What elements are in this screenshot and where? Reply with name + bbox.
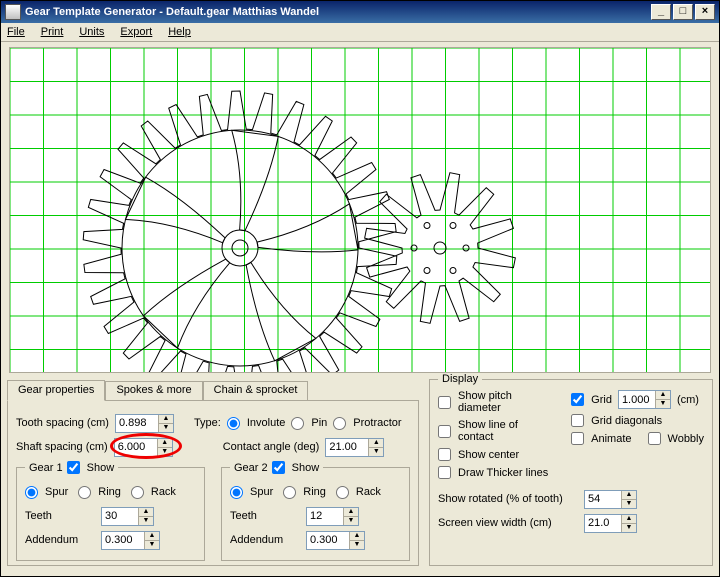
gear2-teeth-field[interactable]: ▲▼ [306, 507, 359, 526]
shaft-spacing-row: Shaft spacing (cm) ▲▼ Contact angle (deg… [16, 437, 410, 457]
gear1-teeth-input[interactable] [102, 508, 138, 525]
show-pitch-checkbox[interactable]: Show pitch diameter [438, 390, 555, 414]
wobbly-checkbox[interactable]: Wobbly [648, 432, 704, 445]
grid-checkbox[interactable]: Grid [571, 393, 612, 406]
tooth-spacing-field[interactable]: ▲▼ [115, 414, 174, 433]
spin-down-icon[interactable]: ▼ [159, 424, 173, 432]
app-icon [5, 4, 21, 20]
grid-size-field[interactable]: ▲▼ [618, 390, 671, 409]
contact-angle-field[interactable]: ▲▼ [325, 438, 384, 457]
gear2-legend: Gear 2 Show [230, 461, 323, 474]
menu-file[interactable]: File [7, 26, 25, 38]
gear-svg [10, 48, 711, 373]
grid-cm-label: (cm) [677, 394, 699, 406]
menu-units[interactable]: Units [79, 26, 104, 38]
shaft-spacing-label: Shaft spacing (cm) [16, 441, 108, 453]
tab-chain-sprocket[interactable]: Chain & sprocket [203, 381, 309, 402]
gear2-rack-radio[interactable]: Rack [336, 486, 381, 499]
gear1-ring-radio[interactable]: Ring [78, 486, 121, 499]
show-rotated-input[interactable] [585, 491, 621, 508]
spin-up-icon[interactable]: ▲ [159, 415, 173, 424]
spin-down-icon[interactable]: ▼ [622, 524, 636, 532]
spin-down-icon[interactable]: ▼ [350, 541, 364, 549]
grid-size-input[interactable] [619, 391, 655, 408]
titlebar: Gear Template Generator - Default.gear M… [1, 1, 719, 23]
gear2-spur-radio[interactable]: Spur [230, 486, 273, 499]
gear1-spur-radio[interactable]: Spur [25, 486, 68, 499]
type-protractor-radio[interactable]: Protractor [333, 417, 401, 430]
gear1-addendum-field[interactable]: ▲▼ [101, 531, 160, 550]
spin-down-icon[interactable]: ▼ [622, 500, 636, 508]
spin-up-icon[interactable]: ▲ [656, 391, 670, 400]
spin-up-icon[interactable]: ▲ [622, 515, 636, 524]
type-pin-radio[interactable]: Pin [291, 417, 327, 430]
spin-up-icon[interactable]: ▲ [139, 508, 153, 517]
display-group: Display Show pitch diameter Show line of… [429, 379, 713, 566]
spin-down-icon[interactable]: ▼ [145, 541, 159, 549]
gear2-ring-radio[interactable]: Ring [283, 486, 326, 499]
gear1-addendum-input[interactable] [102, 532, 144, 549]
spin-up-icon[interactable]: ▲ [145, 532, 159, 541]
spin-down-icon[interactable]: ▼ [158, 448, 172, 456]
maximize-button[interactable]: □ [673, 4, 693, 20]
spin-down-icon[interactable]: ▼ [656, 400, 670, 408]
menu-help[interactable]: Help [168, 26, 191, 38]
tooth-spacing-row: Tooth spacing (cm) ▲▼ Type: Involute Pin… [16, 413, 410, 433]
spin-up-icon[interactable]: ▲ [350, 532, 364, 541]
contact-angle-label: Contact angle (deg) [223, 441, 320, 453]
gear2-group: Gear 2 Show Spur Ring Rack Teeth [221, 467, 410, 561]
show-rotated-field[interactable]: ▲▼ [584, 490, 637, 509]
screen-width-field[interactable]: ▲▼ [584, 514, 637, 533]
shaft-spacing-field[interactable]: ▲▼ [114, 438, 173, 457]
show-contact-checkbox[interactable]: Show line of contact [438, 419, 555, 443]
gear-properties-panel: Tooth spacing (cm) ▲▼ Type: Involute Pin… [7, 400, 419, 566]
gear1-teeth-field[interactable]: ▲▼ [101, 507, 154, 526]
tab-spokes-more[interactable]: Spokes & more [105, 381, 202, 402]
type-involute-radio[interactable]: Involute [227, 417, 286, 430]
close-button[interactable]: × [695, 4, 715, 20]
menu-print[interactable]: Print [41, 26, 64, 38]
show-rotated-label: Show rotated (% of tooth) [438, 493, 578, 505]
gear-canvas[interactable] [9, 47, 711, 373]
tooth-spacing-input[interactable] [116, 415, 158, 432]
tooth-spacing-label: Tooth spacing (cm) [16, 417, 109, 429]
menubar: File Print Units Export Help [1, 23, 719, 42]
tab-gear-properties[interactable]: Gear properties [7, 380, 105, 401]
gear2-addendum-input[interactable] [307, 532, 349, 549]
minimize-button[interactable]: _ [651, 4, 671, 20]
display-legend: Display [438, 373, 482, 385]
gear1-group: Gear 1 Show Spur Ring Rack Teeth [16, 467, 205, 561]
canvas-container [7, 45, 713, 375]
app-window: Gear Template Generator - Default.gear M… [0, 0, 720, 577]
shaft-spacing-input[interactable] [115, 439, 157, 456]
gear2-addendum-field[interactable]: ▲▼ [306, 531, 365, 550]
gear1-legend: Gear 1 Show [25, 461, 118, 474]
gear2-addendum-label: Addendum [230, 534, 300, 546]
screen-width-label: Screen view width (cm) [438, 517, 578, 529]
spin-down-icon[interactable]: ▼ [369, 448, 383, 456]
spin-up-icon[interactable]: ▲ [158, 439, 172, 448]
gear1-rack-radio[interactable]: Rack [131, 486, 176, 499]
gear1-show-checkbox[interactable]: Show [67, 461, 115, 474]
tab-bar: Gear properties Spokes & more Chain & sp… [7, 379, 419, 400]
spin-down-icon[interactable]: ▼ [139, 517, 153, 525]
window-title: Gear Template Generator - Default.gear M… [25, 6, 651, 18]
spin-up-icon[interactable]: ▲ [344, 508, 358, 517]
show-center-checkbox[interactable]: Show center [438, 448, 555, 461]
menu-export[interactable]: Export [120, 26, 152, 38]
gear1-teeth-label: Teeth [25, 510, 95, 522]
draw-thicker-checkbox[interactable]: Draw Thicker lines [438, 466, 555, 479]
grid-diagonals-checkbox[interactable]: Grid diagonals [571, 414, 704, 427]
contact-angle-input[interactable] [326, 439, 368, 456]
gear2-teeth-input[interactable] [307, 508, 343, 525]
type-label: Type: [194, 417, 221, 429]
gear1-addendum-label: Addendum [25, 534, 95, 546]
spin-up-icon[interactable]: ▲ [369, 439, 383, 448]
gear2-show-checkbox[interactable]: Show [272, 461, 320, 474]
gear2-teeth-label: Teeth [230, 510, 300, 522]
spin-up-icon[interactable]: ▲ [622, 491, 636, 500]
animate-checkbox[interactable]: Animate [571, 432, 631, 445]
spin-down-icon[interactable]: ▼ [344, 517, 358, 525]
screen-width-input[interactable] [585, 515, 621, 532]
